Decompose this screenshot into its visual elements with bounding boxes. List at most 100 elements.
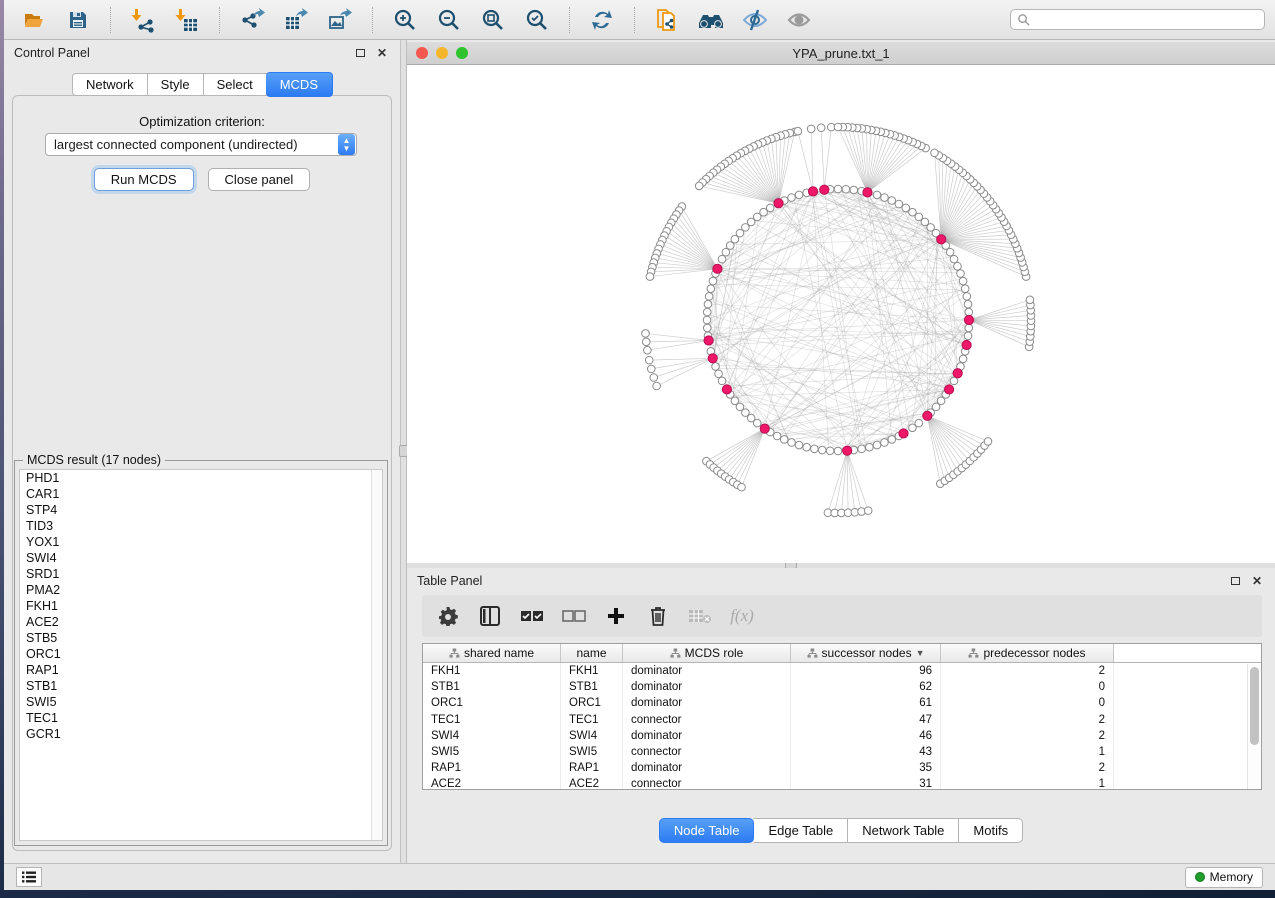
column-header-predecessor-nodes[interactable]: predecessor nodes <box>941 644 1114 662</box>
table-row[interactable]: FKH1FKH1dominator962 <box>423 663 1261 679</box>
network-canvas[interactable] <box>407 65 1275 563</box>
export-network-icon[interactable] <box>232 3 272 37</box>
column-header-successor-nodes[interactable]: successor nodes▼ <box>791 644 941 662</box>
mcds-result-item[interactable]: GCR1 <box>20 726 382 742</box>
mcds-result-item[interactable]: YOX1 <box>20 534 382 550</box>
mcds-result-item[interactable]: RAP1 <box>20 662 382 678</box>
mcds-result-item[interactable]: STB1 <box>20 678 382 694</box>
sort-descending-icon: ▼ <box>916 648 925 658</box>
table-cell: 61 <box>791 695 941 711</box>
mcds-result-item[interactable]: STP4 <box>20 502 382 518</box>
table-cell: dominator <box>623 695 791 711</box>
mcds-result-item[interactable]: TEC1 <box>20 710 382 726</box>
save-icon[interactable] <box>58 3 98 37</box>
table-row[interactable]: ORC1ORC1dominator610 <box>423 695 1261 711</box>
table-header-row: shared namenameMCDS rolesuccessor nodes▼… <box>423 644 1261 663</box>
show-eye-icon[interactable] <box>779 3 819 37</box>
clone-network-icon[interactable] <box>647 3 687 37</box>
table-cell: 1 <box>941 744 1114 760</box>
mcds-result-item[interactable]: STB5 <box>20 630 382 646</box>
table-cell: ORC1 <box>561 695 623 711</box>
deselect-all-icon[interactable] <box>560 601 588 631</box>
table-row[interactable]: TEC1TEC1connector472 <box>423 712 1261 728</box>
mcds-result-item[interactable]: CAR1 <box>20 486 382 502</box>
table-cell: dominator <box>623 679 791 695</box>
close-panel-button[interactable]: ✕ <box>374 45 390 61</box>
mcds-result-item[interactable]: SRD1 <box>20 566 382 582</box>
hide-panel-eye-icon[interactable] <box>735 3 775 37</box>
header-filler <box>1114 644 1261 662</box>
tab-mcds[interactable]: MCDS <box>266 72 333 97</box>
zoom-selected-icon[interactable] <box>517 3 557 37</box>
zoom-in-icon[interactable] <box>385 3 425 37</box>
table-row[interactable]: SWI4SWI4dominator462 <box>423 728 1261 744</box>
close-panel-button-2[interactable]: Close panel <box>208 168 311 191</box>
column-selector-icon[interactable] <box>476 601 504 631</box>
mcds-result-item[interactable]: PMA2 <box>20 582 382 598</box>
tab-node-table[interactable]: Node Table <box>659 818 755 843</box>
table-row[interactable]: RAP1RAP1dominator352 <box>423 760 1261 776</box>
table-scrollbar-thumb[interactable] <box>1250 667 1259 745</box>
close-table-panel-button[interactable]: ✕ <box>1249 573 1265 589</box>
tab-network-table[interactable]: Network Table <box>848 818 959 843</box>
status-bar: Memory <box>4 863 1275 890</box>
float-panel-button[interactable] <box>352 45 368 61</box>
table-cell: dominator <box>623 663 791 679</box>
optimization-criterion-dropdown[interactable]: largest connected component (undirected)… <box>45 133 357 156</box>
optimization-criterion-label: Optimization criterion: <box>4 114 400 129</box>
tab-edge-table[interactable]: Edge Table <box>754 818 848 843</box>
search-network-icon[interactable] <box>691 3 731 37</box>
mcds-result-item[interactable]: SWI5 <box>20 694 382 710</box>
network-view-panel: YPA_prune.txt_1 <box>407 40 1275 563</box>
run-mcds-button[interactable]: Run MCDS <box>94 168 194 191</box>
mcds-list-scrollbar[interactable] <box>371 470 382 840</box>
table-row[interactable]: ACE2ACE2connector311 <box>423 776 1261 790</box>
delete-column-icon[interactable] <box>644 601 672 631</box>
table-row[interactable]: STB1STB1dominator620 <box>423 679 1261 695</box>
memory-button[interactable]: Memory <box>1185 867 1263 888</box>
task-history-button[interactable] <box>16 867 42 887</box>
table-cell: ACE2 <box>423 776 561 790</box>
export-table-icon[interactable] <box>276 3 316 37</box>
import-network-icon[interactable] <box>123 3 163 37</box>
mcds-result-item[interactable]: PHD1 <box>20 470 382 486</box>
table-cell: connector <box>623 712 791 728</box>
mcds-result-item[interactable]: FKH1 <box>20 598 382 614</box>
gear-icon[interactable] <box>434 601 462 631</box>
table-panel-tabs: Node TableEdge TableNetwork TableMotifs <box>407 818 1275 843</box>
mcds-result-item[interactable]: TID3 <box>20 518 382 534</box>
column-header-name[interactable]: name <box>561 644 623 662</box>
mcds-result-item[interactable]: ACE2 <box>20 614 382 630</box>
table-row[interactable]: SWI5SWI5connector431 <box>423 744 1261 760</box>
table-cell: 43 <box>791 744 941 760</box>
mcds-result-item[interactable]: ORC1 <box>20 646 382 662</box>
search-input[interactable] <box>1034 13 1258 27</box>
tab-select[interactable]: Select <box>204 73 267 96</box>
memory-label: Memory <box>1210 870 1253 884</box>
tab-motifs[interactable]: Motifs <box>959 818 1023 843</box>
select-all-icon[interactable] <box>518 601 546 631</box>
dropdown-stepper-icon: ▲▼ <box>338 134 355 155</box>
table-cell: SWI4 <box>423 728 561 744</box>
dropdown-value: largest connected component (undirected) <box>46 137 338 152</box>
table-scrollbar[interactable] <box>1247 664 1261 789</box>
function-builder-icon-disabled: f(x) <box>728 601 756 631</box>
export-image-icon[interactable] <box>320 3 360 37</box>
table-cell: 2 <box>941 712 1114 728</box>
table-cell: 1 <box>941 776 1114 790</box>
tab-network[interactable]: Network <box>72 73 148 96</box>
search-icon <box>1017 13 1030 26</box>
column-header-shared-name[interactable]: shared name <box>423 644 561 662</box>
refresh-layout-icon[interactable] <box>582 3 622 37</box>
zoom-fit-icon[interactable] <box>473 3 513 37</box>
table-cell: FKH1 <box>561 663 623 679</box>
tab-style[interactable]: Style <box>148 73 204 96</box>
table-cell: SWI4 <box>561 728 623 744</box>
zoom-out-icon[interactable] <box>429 3 469 37</box>
column-header-MCDS-role[interactable]: MCDS role <box>623 644 791 662</box>
add-column-icon[interactable] <box>602 601 630 631</box>
import-table-icon[interactable] <box>167 3 207 37</box>
open-folder-icon[interactable] <box>14 3 54 37</box>
mcds-result-item[interactable]: SWI4 <box>20 550 382 566</box>
float-table-panel-button[interactable] <box>1227 573 1243 589</box>
